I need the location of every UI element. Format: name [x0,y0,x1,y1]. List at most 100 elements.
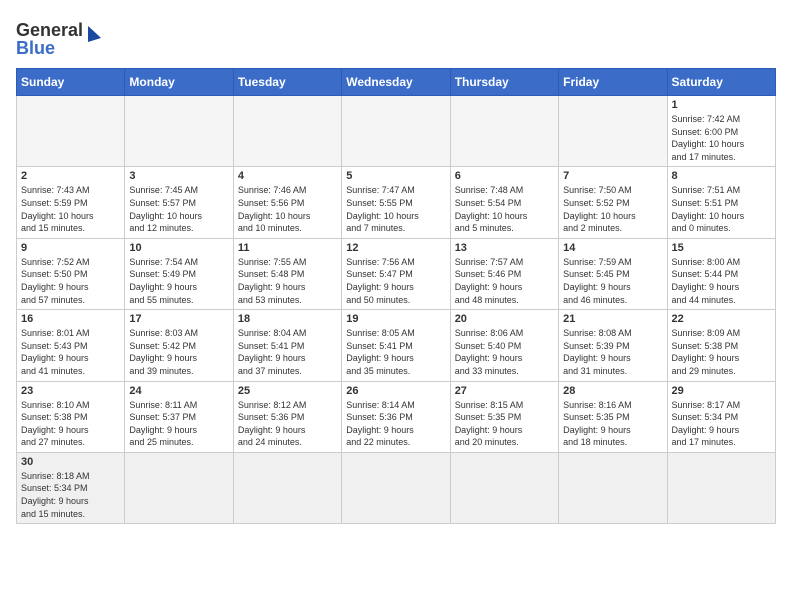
calendar-table: SundayMondayTuesdayWednesdayThursdayFrid… [16,68,776,524]
calendar-row: 1 Sunrise: 7:42 AM Sunset: 6:00 PM Daylig… [17,96,776,167]
day-number: 24 [129,385,228,397]
day-info: Sunrise: 7:51 AM Sunset: 5:51 PM Dayligh… [672,184,771,234]
day-number: 30 [21,456,120,468]
day-number: 28 [563,385,662,397]
day-info: Sunrise: 7:46 AM Sunset: 5:56 PM Dayligh… [238,184,337,234]
calendar-row: 23 Sunrise: 8:10 AM Sunset: 5:38 PM Dayli… [17,381,776,452]
page-header: GeneralBlue [16,16,776,60]
calendar-cell: 23 Sunrise: 8:10 AM Sunset: 5:38 PM Dayli… [17,381,125,452]
calendar-cell: 2 Sunrise: 7:43 AM Sunset: 5:59 PM Daylig… [17,167,125,238]
day-info: Sunrise: 7:52 AM Sunset: 5:50 PM Dayligh… [21,256,120,306]
weekday-header-friday: Friday [559,69,667,96]
calendar-row: 16 Sunrise: 8:01 AM Sunset: 5:43 PM Dayli… [17,310,776,381]
weekday-header-sunday: Sunday [17,69,125,96]
calendar-cell: 10Sunrise: 7:54 AM Sunset: 5:49 PM Dayli… [125,238,233,309]
day-number: 1 [672,99,771,111]
calendar-cell [233,452,341,523]
day-number: 10 [129,242,228,254]
calendar-cell: 21Sunrise: 8:08 AM Sunset: 5:39 PM Dayli… [559,310,667,381]
day-number: 23 [21,385,120,397]
day-number: 20 [455,313,554,325]
day-info: Sunrise: 8:14 AM Sunset: 5:36 PM Dayligh… [346,399,445,449]
day-number: 11 [238,242,337,254]
day-number: 18 [238,313,337,325]
calendar-cell: 22 Sunrise: 8:09 AM Sunset: 5:38 PM Dayli… [667,310,775,381]
day-number: 16 [21,313,120,325]
calendar-cell: 1 Sunrise: 7:42 AM Sunset: 6:00 PM Daylig… [667,96,775,167]
day-number: 25 [238,385,337,397]
calendar-cell [125,96,233,167]
calendar-cell [559,452,667,523]
day-number: 29 [672,385,771,397]
day-number: 2 [21,170,120,182]
day-number: 21 [563,313,662,325]
day-number: 26 [346,385,445,397]
calendar-cell: 5 Sunrise: 7:47 AM Sunset: 5:55 PM Daylig… [342,167,450,238]
calendar-cell: 8Sunrise: 7:51 AM Sunset: 5:51 PM Daylig… [667,167,775,238]
day-number: 19 [346,313,445,325]
day-number: 4 [238,170,337,182]
calendar-cell: 24 Sunrise: 8:11 AM Sunset: 5:37 PM Dayli… [125,381,233,452]
calendar-cell: 9Sunrise: 7:52 AM Sunset: 5:50 PM Daylig… [17,238,125,309]
day-info: Sunrise: 7:43 AM Sunset: 5:59 PM Dayligh… [21,184,120,234]
calendar-cell: 15 Sunrise: 8:00 AM Sunset: 5:44 PM Dayli… [667,238,775,309]
calendar-cell: 17Sunrise: 8:03 AM Sunset: 5:42 PM Dayli… [125,310,233,381]
calendar-cell: 4 Sunrise: 7:46 AM Sunset: 5:56 PM Daylig… [233,167,341,238]
calendar-row: 30 Sunrise: 8:18 AM Sunset: 5:34 PM Dayli… [17,452,776,523]
day-info: Sunrise: 8:01 AM Sunset: 5:43 PM Dayligh… [21,327,120,377]
day-number: 15 [672,242,771,254]
day-info: Sunrise: 7:55 AM Sunset: 5:48 PM Dayligh… [238,256,337,306]
calendar-cell: 29Sunrise: 8:17 AM Sunset: 5:34 PM Dayli… [667,381,775,452]
day-number: 27 [455,385,554,397]
day-info: Sunrise: 8:12 AM Sunset: 5:36 PM Dayligh… [238,399,337,449]
calendar-cell: 19 Sunrise: 8:05 AM Sunset: 5:41 PM Dayli… [342,310,450,381]
weekday-header-thursday: Thursday [450,69,558,96]
day-info: Sunrise: 8:16 AM Sunset: 5:35 PM Dayligh… [563,399,662,449]
day-number: 5 [346,170,445,182]
weekday-header-saturday: Saturday [667,69,775,96]
calendar-cell [17,96,125,167]
calendar-cell: 11 Sunrise: 7:55 AM Sunset: 5:48 PM Dayli… [233,238,341,309]
calendar-cell: 30 Sunrise: 8:18 AM Sunset: 5:34 PM Dayli… [17,452,125,523]
calendar-cell: 12 Sunrise: 7:56 AM Sunset: 5:47 PM Dayli… [342,238,450,309]
calendar-cell: 16 Sunrise: 8:01 AM Sunset: 5:43 PM Dayli… [17,310,125,381]
calendar-cell: 25 Sunrise: 8:12 AM Sunset: 5:36 PM Dayli… [233,381,341,452]
day-info: Sunrise: 8:09 AM Sunset: 5:38 PM Dayligh… [672,327,771,377]
day-number: 22 [672,313,771,325]
day-info: Sunrise: 7:47 AM Sunset: 5:55 PM Dayligh… [346,184,445,234]
day-info: Sunrise: 8:10 AM Sunset: 5:38 PM Dayligh… [21,399,120,449]
weekday-header-tuesday: Tuesday [233,69,341,96]
day-info: Sunrise: 7:45 AM Sunset: 5:57 PM Dayligh… [129,184,228,234]
calendar-cell: 3Sunrise: 7:45 AM Sunset: 5:57 PM Daylig… [125,167,233,238]
day-info: Sunrise: 7:56 AM Sunset: 5:47 PM Dayligh… [346,256,445,306]
day-info: Sunrise: 7:50 AM Sunset: 5:52 PM Dayligh… [563,184,662,234]
calendar-cell: 18 Sunrise: 8:04 AM Sunset: 5:41 PM Dayli… [233,310,341,381]
calendar-cell [342,452,450,523]
svg-text:Blue: Blue [16,38,55,58]
day-number: 13 [455,242,554,254]
day-number: 14 [563,242,662,254]
weekday-header-monday: Monday [125,69,233,96]
calendar-cell: 6Sunrise: 7:48 AM Sunset: 5:54 PM Daylig… [450,167,558,238]
day-info: Sunrise: 8:04 AM Sunset: 5:41 PM Dayligh… [238,327,337,377]
day-info: Sunrise: 7:48 AM Sunset: 5:54 PM Dayligh… [455,184,554,234]
calendar-cell [342,96,450,167]
day-info: Sunrise: 8:18 AM Sunset: 5:34 PM Dayligh… [21,470,120,520]
calendar-cell: 14 Sunrise: 7:59 AM Sunset: 5:45 PM Dayli… [559,238,667,309]
day-info: Sunrise: 8:05 AM Sunset: 5:41 PM Dayligh… [346,327,445,377]
calendar-cell: 7Sunrise: 7:50 AM Sunset: 5:52 PM Daylig… [559,167,667,238]
weekday-header-wednesday: Wednesday [342,69,450,96]
calendar-cell [125,452,233,523]
calendar-cell [559,96,667,167]
calendar-cell: 13Sunrise: 7:57 AM Sunset: 5:46 PM Dayli… [450,238,558,309]
calendar-cell: 28 Sunrise: 8:16 AM Sunset: 5:35 PM Dayli… [559,381,667,452]
day-info: Sunrise: 7:59 AM Sunset: 5:45 PM Dayligh… [563,256,662,306]
day-info: Sunrise: 8:00 AM Sunset: 5:44 PM Dayligh… [672,256,771,306]
calendar-cell: 27Sunrise: 8:15 AM Sunset: 5:35 PM Dayli… [450,381,558,452]
day-info: Sunrise: 7:42 AM Sunset: 6:00 PM Dayligh… [672,113,771,163]
logo-svg: GeneralBlue [16,16,116,60]
day-number: 12 [346,242,445,254]
calendar-row: 2 Sunrise: 7:43 AM Sunset: 5:59 PM Daylig… [17,167,776,238]
calendar-cell [233,96,341,167]
day-info: Sunrise: 8:11 AM Sunset: 5:37 PM Dayligh… [129,399,228,449]
